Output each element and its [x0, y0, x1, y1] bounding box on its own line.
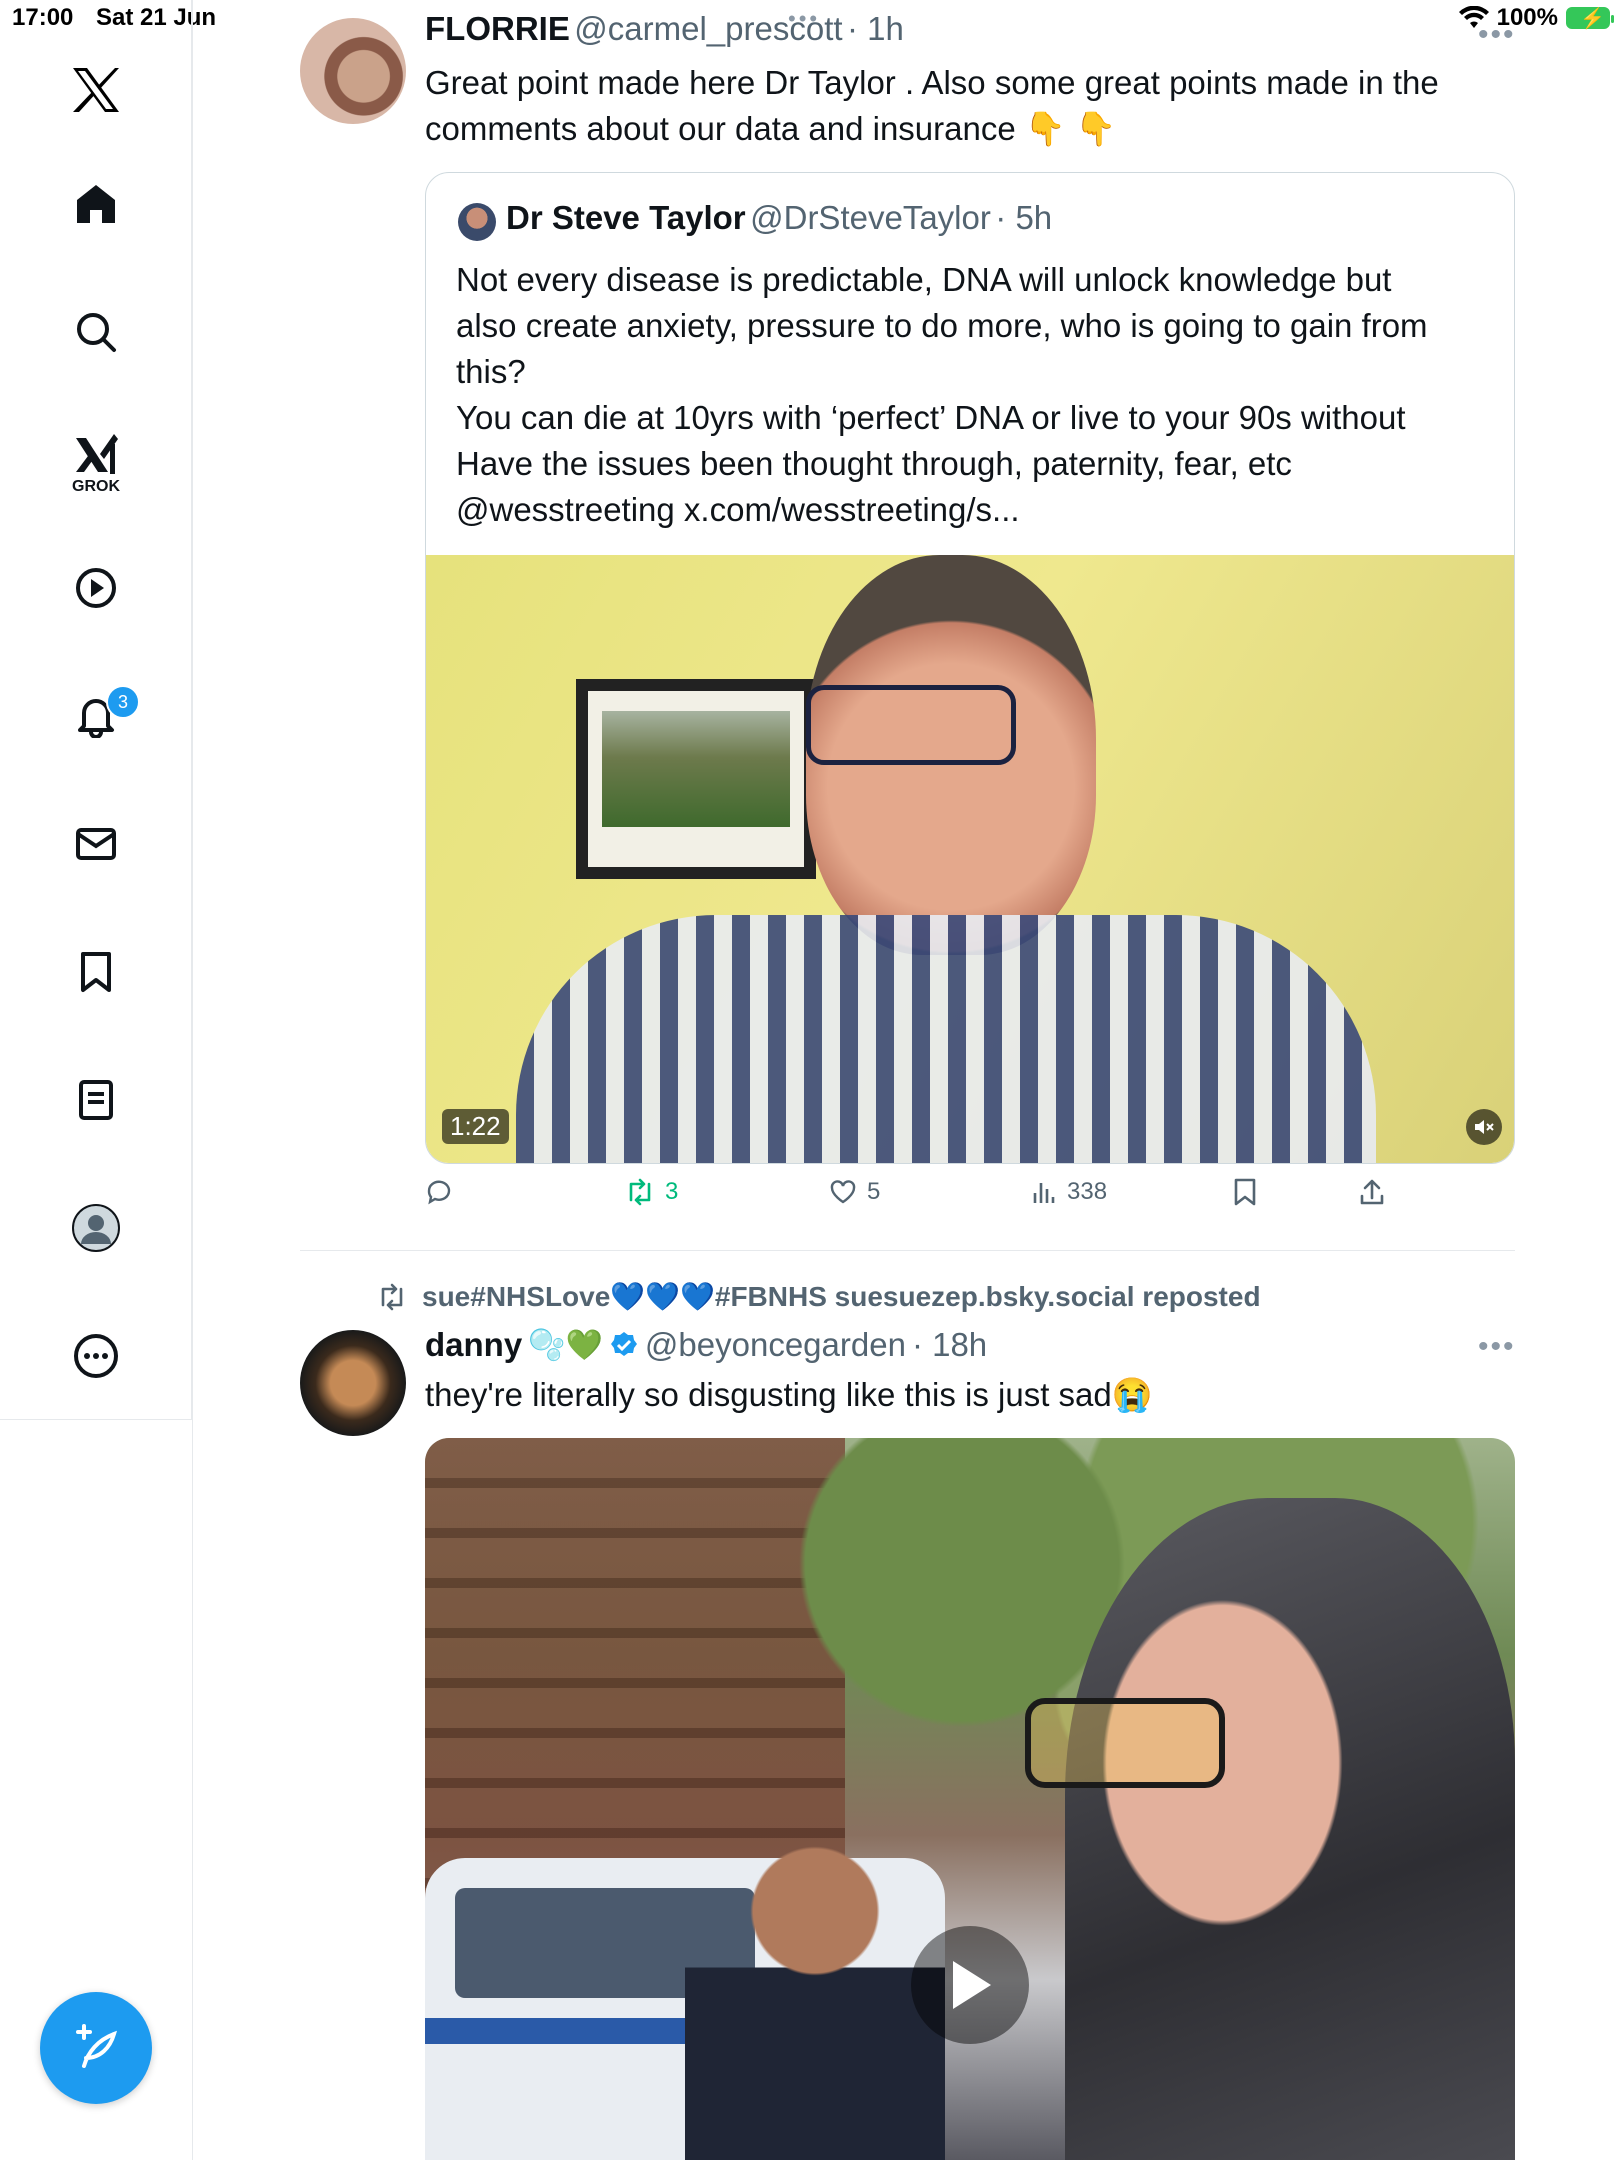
share-button[interactable] [1359, 1178, 1385, 1206]
tweet1-text: Great point made here Dr Taylor . Also s… [425, 60, 1525, 152]
compose-feather-icon [76, 2024, 118, 2068]
quoted-text-line: Have the issues been thought through, pa… [456, 445, 1292, 482]
muted-speaker-icon [1475, 1120, 1494, 1134]
quoted-text-line: this? [456, 353, 526, 390]
tweet1-header: FLORRIE @carmel_prescott · 1h [425, 10, 904, 48]
repost-icon [629, 1178, 651, 1206]
video-duration: 1:22 [442, 1109, 509, 1144]
quoted-post-card[interactable]: Dr Steve Taylor @DrSteveTaylor · 5h Not … [425, 172, 1515, 1164]
play-icon [953, 1961, 991, 2009]
tweet1-text-line1: Great point made here Dr Taylor . Also s… [425, 64, 1439, 101]
quoted-video[interactable]: 1:22 [426, 555, 1514, 1163]
avatar[interactable] [300, 1330, 406, 1436]
heart-icon [830, 1180, 856, 1204]
bookmark-icon [1234, 1178, 1256, 1206]
lists-icon[interactable] [66, 1070, 126, 1130]
messages-icon[interactable] [66, 814, 126, 874]
notifications-badge: 3 [106, 685, 140, 719]
quoted-header: Dr Steve Taylor @DrSteveTaylor · 5h [506, 199, 1052, 237]
video-officer [685, 1828, 945, 2160]
quoted-author-name: Dr Steve Taylor [506, 199, 746, 236]
quoted-author-handle: @DrSteveTaylor [750, 199, 991, 236]
author-name[interactable]: FLORRIE [425, 10, 570, 47]
compose-post-button[interactable] [40, 1992, 152, 2104]
like-count: 5 [867, 1178, 881, 1205]
quoted-text-line: You can die at 10yrs with ‘perfect’ DNA … [456, 399, 1406, 436]
quoted-text-line: @wesstreeting x.com/wesstreeting/s... [456, 491, 1020, 528]
repost-indicator[interactable]: sue#NHSLove💙💙💙#FBNHS suesuezep.bsky.soci… [376, 1280, 1261, 1313]
post-time[interactable]: · 1h [847, 10, 904, 47]
video-icon[interactable] [66, 558, 126, 618]
video-frame-picture [576, 679, 816, 879]
verified-badge-icon [610, 1332, 637, 1356]
name-emoji: 🫧💚 [528, 1328, 603, 1362]
bookmark-button[interactable] [1233, 1178, 1257, 1206]
views-bar-icon [1033, 1183, 1055, 1203]
quoted-avatar [458, 203, 496, 241]
quoted-text-line: also create anxiety, pressure to do more… [456, 307, 1428, 344]
share-icon [1360, 1179, 1384, 1205]
quoted-text: Not every disease is predictable, DNA wi… [456, 257, 1496, 533]
more-options-icon[interactable] [66, 1326, 126, 1386]
repost-label: sue#NHSLove💙💙💙#FBNHS suesuezep.bsky.soci… [422, 1281, 1261, 1312]
author-handle[interactable]: @beyoncegarden [645, 1326, 906, 1364]
reply-icon [427, 1180, 451, 1205]
avatar[interactable] [300, 18, 406, 124]
x-logo-icon[interactable] [66, 60, 126, 120]
reply-button[interactable] [425, 1178, 463, 1206]
grok-label: GROK [72, 478, 120, 495]
video-woman-hair [1065, 1498, 1515, 2160]
quoted-text-line: Not every disease is predictable, DNA wi… [456, 261, 1392, 298]
post-actions: 3 5 338 [425, 1178, 1515, 1222]
tweet2-text: they're literally so disgusting like thi… [425, 1376, 1153, 1413]
bookmarks-icon[interactable] [66, 942, 126, 1002]
repost-button[interactable]: 3 [625, 1178, 678, 1206]
post-more-icon[interactable]: ••• [1478, 18, 1516, 52]
tweet2-header: danny 🫧💚 @beyoncegarden · 18h [425, 1326, 987, 1364]
post-video[interactable] [425, 1438, 1515, 2160]
repost-icon [381, 1283, 403, 1310]
tweet1-text-line2: comments about our data and insurance [425, 110, 1016, 147]
quoted-post-time: · 5h [995, 199, 1053, 236]
video-person-shirt [516, 915, 1376, 1163]
video-person-glasses [806, 685, 1016, 765]
play-button[interactable] [911, 1926, 1029, 2044]
post-more-icon[interactable]: ••• [1478, 1330, 1516, 1364]
mute-button[interactable] [1466, 1109, 1502, 1145]
author-handle[interactable]: @carmel_prescott [574, 10, 842, 47]
views-count: 338 [1067, 1178, 1108, 1205]
repost-count: 3 [665, 1178, 679, 1205]
author-name[interactable]: danny [425, 1326, 522, 1364]
search-icon[interactable] [66, 302, 126, 362]
post-divider [300, 1250, 1515, 1251]
views-button[interactable]: 338 [1031, 1178, 1107, 1206]
pointing-down-emoji: 👇 👇 [1024, 110, 1117, 147]
profile-avatar-icon[interactable] [66, 1198, 126, 1258]
home-icon[interactable] [66, 174, 126, 234]
battery-icon: ⚡ [1566, 7, 1614, 30]
video-woman-glasses [1025, 1698, 1225, 1788]
post-time[interactable]: · 18h [912, 1326, 987, 1364]
grok-icon[interactable]: GROK [66, 424, 126, 504]
sidebar-divider [192, 0, 193, 2160]
like-button[interactable]: 5 [829, 1178, 880, 1206]
